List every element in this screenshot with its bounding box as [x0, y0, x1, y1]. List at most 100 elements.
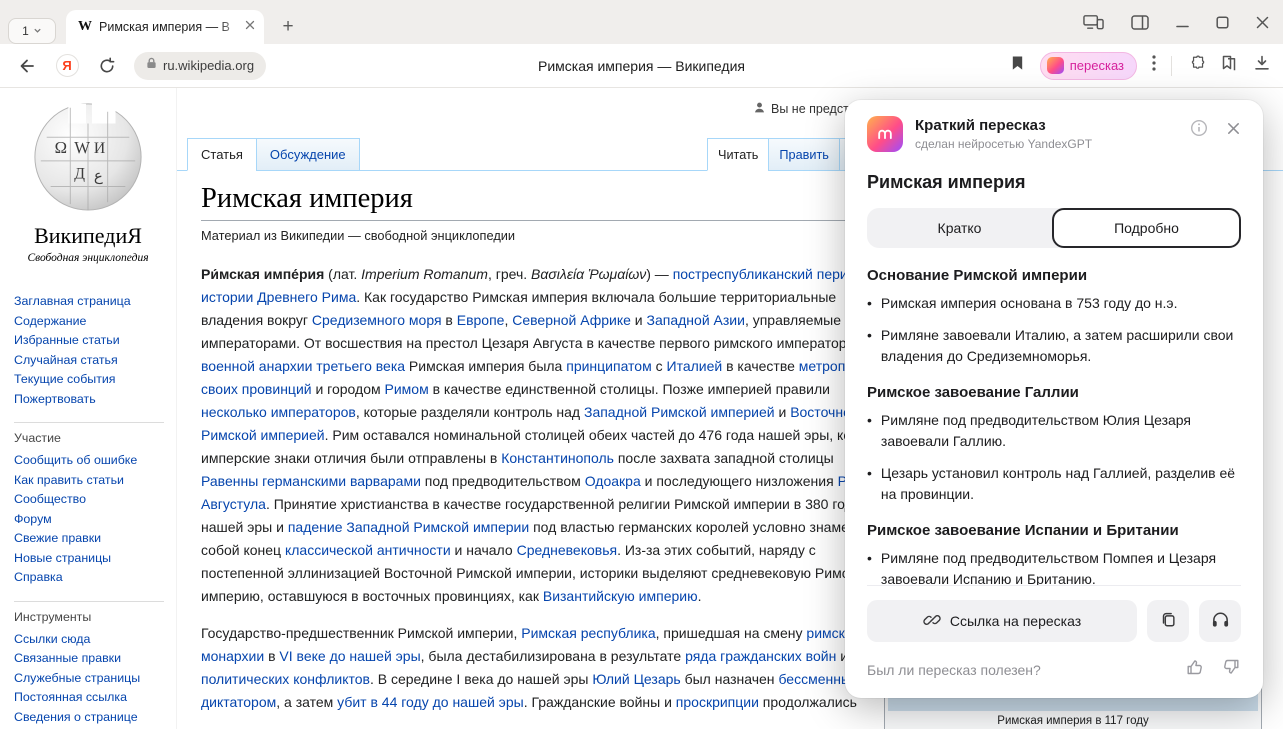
article-link[interactable]: убит в 44 году до нашей эры	[337, 694, 524, 710]
article-link[interactable]: Западной Азии	[647, 312, 745, 328]
article-link[interactable]: истории Древнего Рима	[201, 289, 356, 305]
article-link[interactable]: Римом	[385, 381, 429, 397]
yandex-logo-icon[interactable]: Я	[54, 53, 80, 79]
listen-button[interactable]	[1199, 600, 1241, 642]
article-link[interactable]: Средиземного моря	[312, 312, 442, 328]
article-link[interactable]: Константинополь	[501, 450, 614, 466]
info-icon[interactable]	[1190, 119, 1208, 142]
sidebar-link[interactable]: Справка	[14, 568, 164, 588]
sidebar-link[interactable]: Форум	[14, 510, 164, 530]
refresh-icon[interactable]	[94, 53, 120, 79]
article-link[interactable]: несколько императоров	[201, 404, 356, 420]
sidebar-link[interactable]: Постоянная ссылка	[14, 688, 164, 708]
bullet-dot-icon: •	[867, 293, 872, 314]
sidebar-toggle-icon[interactable]	[1131, 15, 1149, 30]
article-link[interactable]: политических конфликтов	[201, 671, 370, 687]
minimize-window-icon[interactable]	[1176, 16, 1189, 29]
article-link[interactable]: Западной Римской империей	[584, 404, 775, 420]
sidebar-link[interactable]: Сведения о странице	[14, 708, 164, 728]
article-link[interactable]: падение Западной Римской империи	[288, 519, 529, 535]
article-text: Ри́мская импе́рия	[201, 266, 324, 282]
tab-detailed[interactable]: Подробно	[1052, 208, 1241, 248]
address-bar[interactable]: ru.wikipedia.org	[134, 52, 266, 80]
close-panel-icon[interactable]	[1226, 121, 1241, 141]
summary-link-button[interactable]: Ссылка на пересказ	[867, 600, 1137, 642]
sidebar-link[interactable]: Новые страницы	[14, 549, 164, 569]
tab-close-icon[interactable]	[244, 18, 256, 36]
wiki-tab-edit[interactable]: Править	[768, 138, 839, 171]
article-link[interactable]: Средневековья	[517, 542, 618, 558]
wiki-tab-article[interactable]: Статья	[187, 138, 257, 171]
pereskaz-chip[interactable]: пересказ	[1040, 52, 1137, 80]
article-text: после захвата западной столицы	[614, 450, 834, 466]
article-text: с	[652, 358, 667, 374]
article-link[interactable]: военной анархии третьего века	[201, 358, 405, 374]
article-link[interactable]: германскими варварами	[262, 473, 421, 489]
article-link[interactable]: Юлий Цезарь	[592, 671, 680, 687]
sidebar-link[interactable]: Свежие правки	[14, 529, 164, 549]
browser-tab[interactable]: W Римская империя — В	[66, 10, 264, 44]
sidebar-link[interactable]: Заглавная страница	[14, 292, 176, 312]
sidebar-link[interactable]: Ссылки сюда	[14, 630, 164, 650]
new-tab-button[interactable]: +	[276, 15, 300, 39]
article-link[interactable]: ряда гражданских войн	[685, 648, 836, 664]
article-link[interactable]: Италией	[667, 358, 723, 374]
person-icon	[753, 101, 766, 117]
wiki-sidebar: Ω W И Д ع ВикипедиЯ Свободная энциклопед…	[0, 88, 176, 729]
article-link[interactable]: проскрипции	[676, 694, 759, 710]
sidebar-link[interactable]: Пожертвовать	[14, 390, 176, 410]
sidebar-link[interactable]: Сообщество	[14, 490, 164, 510]
summary-bullet-text: Римская империя основана в 753 году до н…	[881, 293, 1178, 314]
extensions-puzzle-icon[interactable]	[1187, 54, 1205, 77]
tab-brief[interactable]: Кратко	[867, 208, 1052, 248]
article-link[interactable]: классической античности	[285, 542, 451, 558]
article-paragraph: Государство-предшественник Римской импер…	[201, 622, 893, 714]
sidebar-link[interactable]: Текущие события	[14, 370, 176, 390]
article-link[interactable]: постреспубликанский период	[673, 266, 864, 282]
summary-subtitle: сделан нейросетью YandexGPT	[915, 137, 1178, 151]
sidebar-link[interactable]: Сообщить об ошибке	[14, 451, 164, 471]
downloads-icon[interactable]	[1253, 54, 1271, 77]
wikipedia-wordmark[interactable]: ВикипедиЯ	[0, 223, 176, 249]
summary-bullet: • Римская империя основана в 753 году до …	[867, 293, 1241, 314]
sidebar-link[interactable]: Служебные страницы	[14, 669, 164, 689]
wikipedia-globe-logo[interactable]: Ω W И Д ع	[29, 201, 147, 218]
close-window-icon[interactable]	[1256, 16, 1269, 29]
collections-icon[interactable]	[1220, 54, 1238, 77]
devices-icon[interactable]	[1083, 14, 1104, 30]
thumbs-down-icon[interactable]	[1221, 657, 1241, 682]
article-link[interactable]: Европе	[457, 312, 505, 328]
maximize-window-icon[interactable]	[1216, 16, 1229, 29]
back-button-icon[interactable]	[14, 53, 40, 79]
article-link[interactable]: VI веке до нашей эры	[279, 648, 420, 664]
summary-bullet-text: Римляне под предводительством Юлия Цезар…	[881, 410, 1241, 452]
svg-text:W: W	[74, 138, 90, 157]
kebab-menu-icon[interactable]	[1152, 55, 1156, 76]
bookmark-flag-icon[interactable]	[1010, 54, 1025, 77]
infobox-caption: Римская империя в 117 году	[888, 711, 1258, 727]
tab-counter-button[interactable]: 1	[8, 18, 56, 44]
article-link[interactable]: Равенны	[201, 473, 258, 489]
copy-button[interactable]	[1147, 600, 1189, 642]
article-text: и начало	[451, 542, 517, 558]
summary-section-heading: Римское завоевание Испании и Британии	[867, 522, 1241, 539]
sidebar-link[interactable]: Случайная статья	[14, 351, 176, 371]
sidebar-link[interactable]: Как править статьи	[14, 471, 164, 491]
article-link[interactable]: Византийскую империю	[543, 588, 698, 604]
wiki-tabs-left: СтатьяОбсуждение	[187, 138, 359, 171]
login-status[interactable]: Вы не предст	[753, 101, 849, 117]
sidebar-link[interactable]: Связанные правки	[14, 649, 164, 669]
thumbs-up-icon[interactable]	[1185, 657, 1205, 682]
article-link[interactable]: Северной Африке	[512, 312, 631, 328]
sidebar-link[interactable]: Избранные статьи	[14, 331, 176, 351]
sidebar-link[interactable]: Содержание	[14, 312, 176, 332]
article-link[interactable]: Римская республика	[521, 625, 655, 641]
summary-scroll-area[interactable]: Основание Римской империи•Римская импери…	[867, 250, 1241, 585]
svg-text:И: И	[94, 140, 105, 157]
article-link[interactable]: Одоакра	[585, 473, 641, 489]
wikipedia-tagline: Свободная энциклопедия	[0, 252, 176, 264]
wiki-tab-read[interactable]: Читать	[707, 138, 769, 171]
article-link[interactable]: принципатом	[566, 358, 651, 374]
wiki-tab-discussion[interactable]: Обсуждение	[256, 138, 360, 171]
url-text: ru.wikipedia.org	[163, 58, 254, 73]
